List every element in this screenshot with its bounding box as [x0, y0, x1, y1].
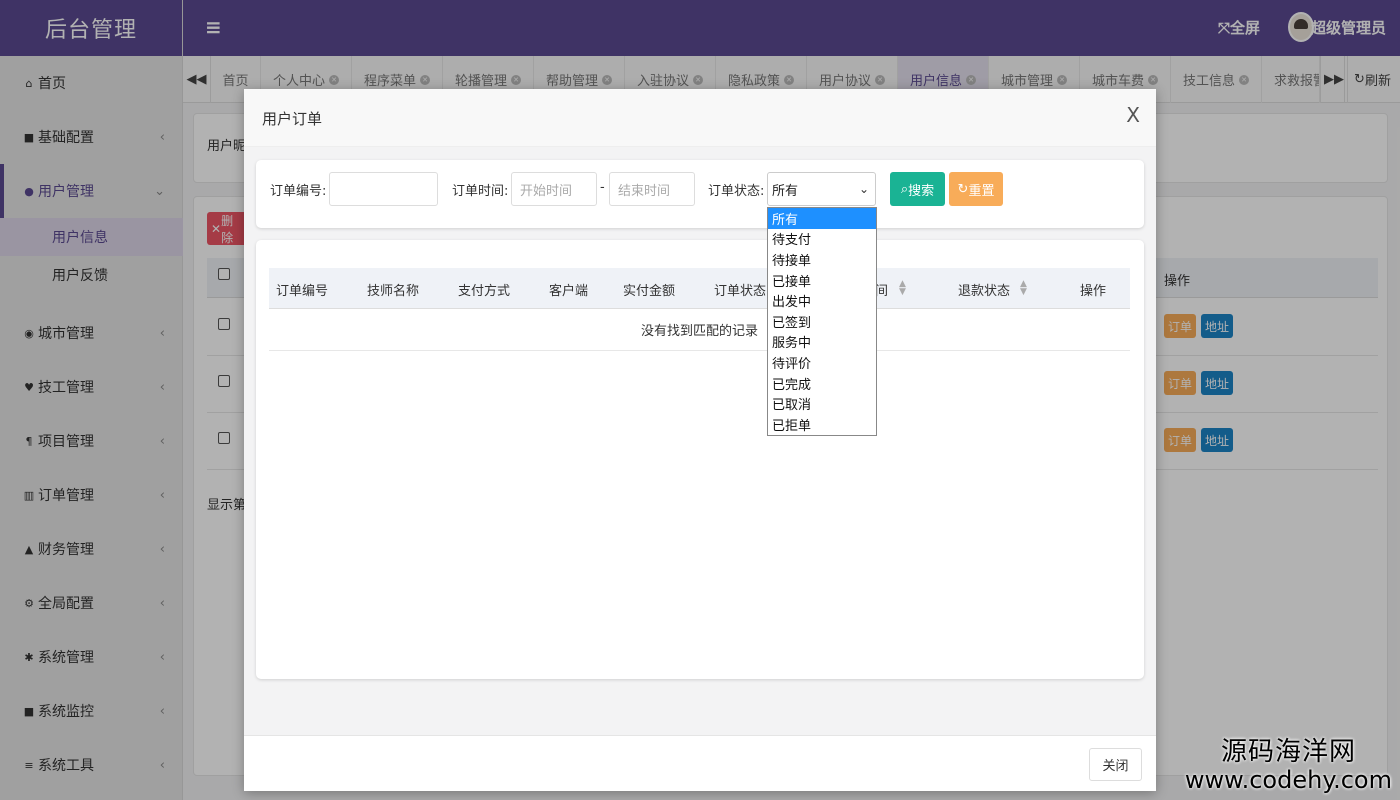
- column-header: 操作: [1080, 284, 1107, 299]
- end-time-input[interactable]: 结束时间: [609, 172, 695, 206]
- sort-icon[interactable]: ▲ ▼: [899, 280, 906, 297]
- status-option-accepted[interactable]: 已接单: [768, 270, 876, 291]
- order-time-label: 订单时间:: [452, 184, 509, 199]
- watermark: 源码海洋网 www.codehy.com: [1184, 737, 1392, 794]
- modal-footer: 关闭: [244, 735, 1156, 791]
- order-status-label: 订单状态:: [708, 184, 765, 199]
- close-icon[interactable]: X: [1126, 103, 1140, 127]
- column-header[interactable]: 订单编号: [276, 280, 328, 299]
- modal-header: 用户订单 X: [244, 89, 1156, 147]
- order-no-input[interactable]: [329, 172, 438, 206]
- start-time-input[interactable]: 开始时间: [511, 172, 597, 206]
- status-option-checked-in[interactable]: 已签到: [768, 311, 876, 332]
- orders-table-header: 订单编号 技师名称 支付方式 客户端 实付金额 订单状态 间 ▲ ▼ 退款状态 ▲…: [269, 268, 1130, 309]
- refresh-icon: ↻: [957, 181, 969, 197]
- order-status-dropdown: 所有 待支付 待接单 已接单 出发中 已签到 服务中 待评价 已完成 已取消 已…: [767, 207, 877, 436]
- sort-icon[interactable]: ▲ ▼: [1020, 280, 1027, 297]
- status-option-pending-payment[interactable]: 待支付: [768, 229, 876, 250]
- close-button[interactable]: 关闭: [1089, 748, 1142, 781]
- status-option-rejected[interactable]: 已拒单: [768, 414, 876, 435]
- column-header[interactable]: 客户端: [549, 280, 588, 299]
- status-option-cancelled[interactable]: 已取消: [768, 393, 876, 414]
- status-option-in-service[interactable]: 服务中: [768, 332, 876, 353]
- date-range-separator: -: [600, 180, 605, 195]
- column-header[interactable]: 技师名称: [367, 280, 419, 299]
- status-option-departed[interactable]: 出发中: [768, 290, 876, 311]
- status-option-pending-accept[interactable]: 待接单: [768, 249, 876, 270]
- status-option-pending-review[interactable]: 待评价: [768, 352, 876, 373]
- column-header[interactable]: 实付金额: [623, 280, 675, 299]
- chevron-down-icon: ⌄: [858, 182, 869, 196]
- search-button[interactable]: ⌕ 搜索: [890, 172, 945, 206]
- order-status-select[interactable]: 所有 ⌄: [767, 172, 876, 206]
- user-orders-modal: 用户订单 X 订单编号: 订单时间: 开始时间 - 结束时间 订单状态: 所有 …: [244, 89, 1156, 791]
- order-no-label: 订单编号:: [270, 184, 327, 199]
- status-option-all[interactable]: 所有: [768, 208, 876, 229]
- search-icon: ⌕: [900, 181, 909, 197]
- order-search-form: 订单编号: 订单时间: 开始时间 - 结束时间 订单状态: 所有 ⌄ ⌕ 搜索 ↻…: [256, 160, 1144, 228]
- empty-table-message: 没有找到匹配的记录: [269, 309, 1130, 351]
- column-header[interactable]: 订单状态: [714, 280, 766, 299]
- column-header[interactable]: 支付方式: [458, 280, 510, 299]
- column-header[interactable]: 退款状态: [958, 280, 1010, 299]
- orders-table-panel: 订单编号 技师名称 支付方式 客户端 实付金额 订单状态 间 ▲ ▼ 退款状态 ▲…: [256, 240, 1144, 679]
- status-option-completed[interactable]: 已完成: [768, 373, 876, 394]
- modal-title: 用户订单: [262, 110, 323, 128]
- reset-button[interactable]: ↻ 重置: [949, 172, 1003, 206]
